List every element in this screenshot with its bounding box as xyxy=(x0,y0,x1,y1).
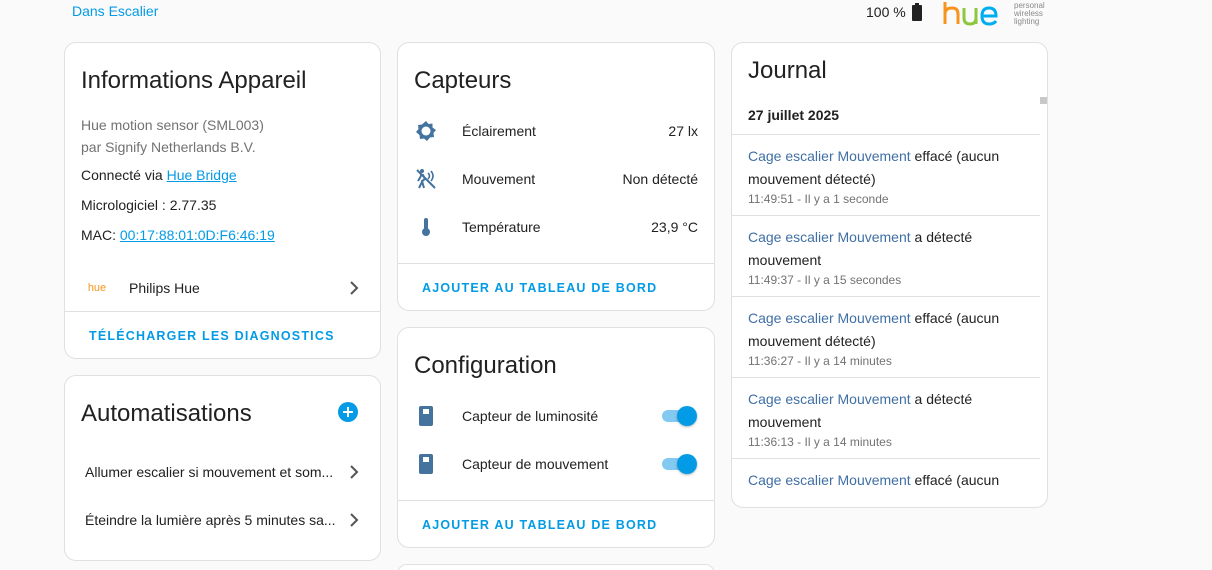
journal-date: 27 juillet 2025 xyxy=(748,107,840,123)
sensor-row-temperature[interactable]: Température 23,9 °C xyxy=(414,215,698,239)
device-info-title: Informations Appareil xyxy=(81,67,307,94)
log-entity-link[interactable]: Cage escalier Mouvement xyxy=(748,148,911,164)
chevron-right-icon xyxy=(342,508,366,532)
log-entity-link[interactable]: Cage escalier Mouvement xyxy=(748,310,911,326)
battery-level: 100 % xyxy=(866,4,906,20)
log-entity-link[interactable]: Cage escalier Mouvement xyxy=(748,472,911,488)
hue-logo: personal wireless lighting xyxy=(942,0,1052,28)
battery-icon xyxy=(911,3,922,21)
log-time: 11:49:37 - Il y a 15 secondes xyxy=(748,273,902,287)
automations-card: Automatisations Allumer escalier si mouv… xyxy=(64,375,381,561)
thermometer-icon xyxy=(414,215,438,239)
battery-status: 100 % xyxy=(866,3,922,21)
device-info-card: Informations Appareil Hue motion sensor … xyxy=(64,42,381,359)
log-entry: Cage escalier Mouvement a détecté mouvem… xyxy=(732,377,1040,458)
config-label: Capteur de mouvement xyxy=(462,456,609,472)
sensor-value: Non détecté xyxy=(622,171,699,187)
log-entry: Cage escalier Mouvement effacé (aucun mo… xyxy=(732,296,1040,377)
journal-title: Journal xyxy=(748,57,827,84)
philips-hue-logo: hue xyxy=(87,282,107,294)
add-to-dashboard-button[interactable]: Ajouter au tableau de bord xyxy=(422,518,657,532)
sensor-value: 27 lx xyxy=(668,123,698,139)
plus-circle-icon xyxy=(338,402,358,422)
log-entry: Cage escalier Mouvement effacé (aucun mo… xyxy=(732,458,1040,496)
mac-link[interactable]: 00:17:88:01:0D:F6:46:19 xyxy=(120,227,275,243)
chevron-right-icon xyxy=(342,276,366,300)
sensor-label: Température xyxy=(462,219,541,235)
sensors-title: Capteurs xyxy=(414,67,512,94)
download-diagnostics-button[interactable]: Télécharger les diagnostics xyxy=(89,329,335,343)
sensor-value: 23,9 °C xyxy=(651,219,698,235)
connected-via-label: Connecté via xyxy=(81,167,167,183)
device-manufacturer: par Signify Netherlands B.V. xyxy=(81,139,256,155)
integration-row[interactable]: hue Philips Hue xyxy=(81,275,366,301)
luminosity-toggle[interactable] xyxy=(660,406,698,426)
logo-tagline-3: lighting xyxy=(1014,17,1040,26)
config-label: Capteur de luminosité xyxy=(462,408,599,424)
log-time: 11:36:13 - Il y a 14 minutes xyxy=(748,435,892,449)
log-entry: Cage escalier Mouvement effacé (aucun mo… xyxy=(732,134,1040,215)
integration-name: Philips Hue xyxy=(129,280,200,296)
brightness-icon xyxy=(414,119,438,143)
automation-item[interactable]: Allumer escalier si mouvement et som... xyxy=(85,460,366,484)
connected-via: Connecté via Hue Bridge xyxy=(81,167,237,183)
hue-bridge-link[interactable]: Hue Bridge xyxy=(167,167,237,183)
log-entity-link[interactable]: Cage escalier Mouvement xyxy=(748,229,911,245)
sensors-card: Capteurs Éclairement 27 lx Mouvement Non… xyxy=(397,42,715,311)
journal-list: Cage escalier Mouvement effacé (aucun mo… xyxy=(732,134,1040,496)
automation-label: Éteindre la lumière après 5 minutes sa..… xyxy=(85,512,336,528)
automation-label: Allumer escalier si mouvement et som... xyxy=(85,464,334,480)
configuration-card: Configuration Capteur de luminosité Capt… xyxy=(397,327,715,548)
scrollbar[interactable] xyxy=(1040,97,1047,104)
log-entity-link[interactable]: Cage escalier Mouvement xyxy=(748,391,911,407)
sensor-icon xyxy=(414,452,438,476)
mac-address: MAC: 00:17:88:01:0D:F6:46:19 xyxy=(81,227,275,243)
sensor-label: Mouvement xyxy=(462,171,536,187)
motion-off-icon xyxy=(414,167,438,191)
log-entry: Cage escalier Mouvement a détecté mouvem… xyxy=(732,215,1040,296)
sensor-row-illuminance[interactable]: Éclairement 27 lx xyxy=(414,119,698,143)
next-card xyxy=(397,564,715,570)
config-row-luminosity: Capteur de luminosité xyxy=(414,404,698,428)
firmware-version: Micrologiciel : 2.77.35 xyxy=(81,197,217,213)
automation-item[interactable]: Éteindre la lumière après 5 minutes sa..… xyxy=(85,508,366,532)
sensor-icon xyxy=(414,404,438,428)
sensor-row-motion[interactable]: Mouvement Non détecté xyxy=(414,167,698,191)
chevron-right-icon xyxy=(342,460,366,484)
log-time: 11:49:51 - Il y a 1 seconde xyxy=(748,192,889,206)
area-link[interactable]: Dans Escalier xyxy=(72,3,158,19)
mac-label: MAC: xyxy=(81,227,120,243)
journal-card: Journal 27 juillet 2025 Cage escalier Mo… xyxy=(731,42,1048,508)
automations-title: Automatisations xyxy=(81,400,252,427)
motion-toggle[interactable] xyxy=(660,454,698,474)
configuration-title: Configuration xyxy=(414,352,557,379)
toggle-knob xyxy=(677,454,697,474)
config-row-motion: Capteur de mouvement xyxy=(414,452,698,476)
log-time: 11:36:27 - Il y a 14 minutes xyxy=(748,354,892,368)
device-model: Hue motion sensor (SML003) xyxy=(81,117,264,133)
add-automation-button[interactable] xyxy=(338,402,358,422)
add-to-dashboard-button[interactable]: Ajouter au tableau de bord xyxy=(422,281,657,295)
toggle-knob xyxy=(677,406,697,426)
sensor-label: Éclairement xyxy=(462,123,536,139)
